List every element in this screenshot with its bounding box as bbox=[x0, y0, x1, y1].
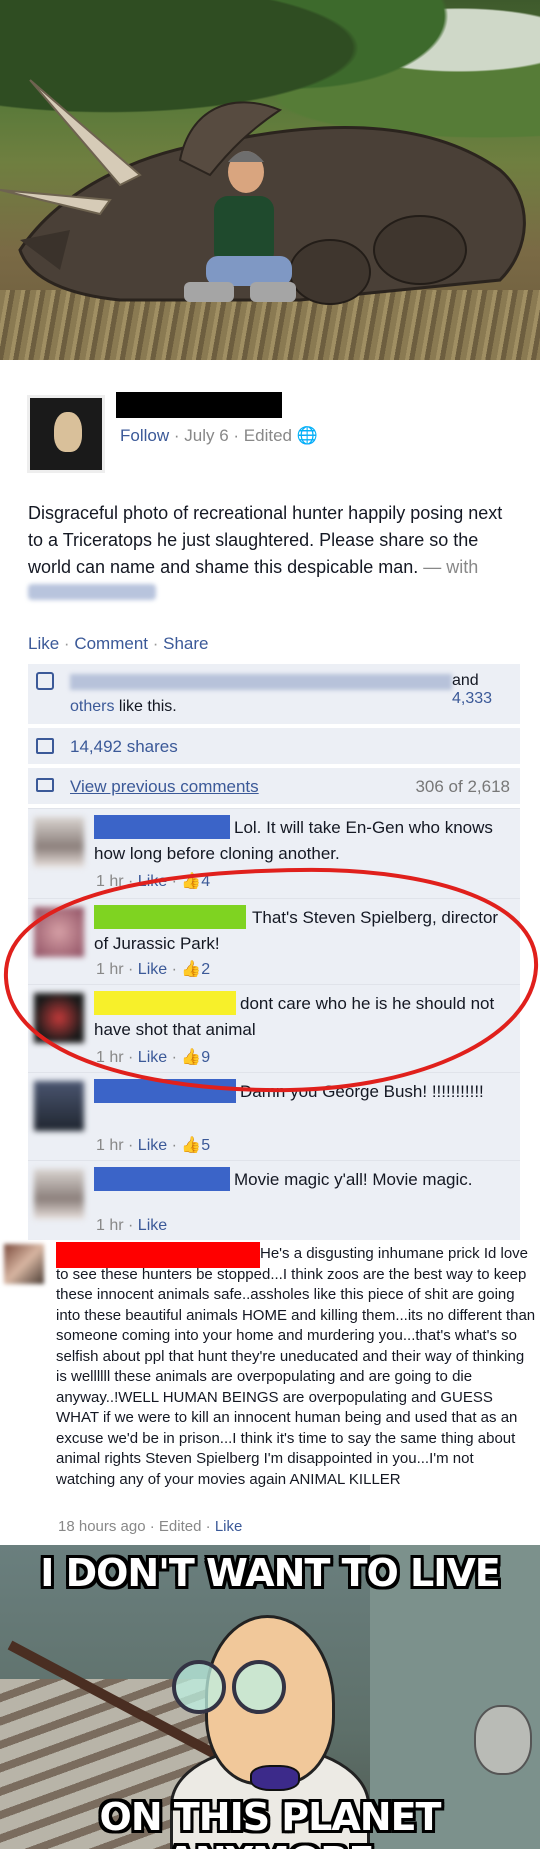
shares-count[interactable]: 14,492 shares bbox=[70, 737, 178, 757]
comment-text: Movie magic y'all! Movie magic. bbox=[234, 1170, 473, 1189]
comment-meta: 1 hr · Like · 👍5 bbox=[96, 1137, 211, 1154]
commenter-avatar[interactable] bbox=[34, 1169, 84, 1219]
blurred-tagged-name bbox=[28, 584, 156, 600]
angry-comment: He's a disgusting inhumane prick Id love… bbox=[0, 1240, 540, 1544]
meme-top-caption: I DON'T WANT TO LIVE bbox=[40, 1551, 501, 1595]
comment-like-count[interactable]: 5 bbox=[201, 1137, 210, 1154]
post-actions: Like · Comment · Share bbox=[28, 634, 209, 653]
view-previous-row: View previous comments 306 of 2,618 bbox=[28, 768, 520, 804]
comment-bubble-icon bbox=[36, 778, 54, 792]
blurred-liker-names bbox=[70, 674, 452, 690]
comment-text: He's a disgusting inhumane prick Id love… bbox=[56, 1245, 536, 1488]
view-previous-comments-link[interactable]: View previous comments bbox=[70, 777, 259, 797]
edited-label[interactable]: Edited bbox=[244, 426, 292, 445]
with-label: — with bbox=[423, 557, 479, 577]
comment-pagination: 306 of 2,618 bbox=[415, 777, 510, 796]
others-link[interactable]: others bbox=[70, 698, 114, 715]
comment-like-button[interactable]: Like bbox=[215, 1518, 243, 1535]
likes-others: others like this. bbox=[70, 698, 177, 715]
likes-and: and 4,333 bbox=[452, 672, 493, 707]
glasses-left bbox=[172, 1660, 226, 1714]
comment-meta: 18 hours ago · Edited · Like bbox=[58, 1518, 243, 1535]
commenter-avatar[interactable] bbox=[4, 1244, 44, 1284]
comment-meta: 1 hr · Like bbox=[96, 1217, 168, 1234]
meme-bottom-caption: ON THIS PLANET ANYMORE bbox=[99, 1795, 442, 1849]
comment-item: Movie magic y'all! Movie magic. 1 hr · L… bbox=[28, 1160, 520, 1240]
triceratops-illustration bbox=[0, 79, 526, 305]
facebook-post: Follow · July 6 · Edited 🌐 Disgraceful p… bbox=[0, 360, 540, 1240]
skull-icon bbox=[474, 1705, 532, 1775]
share-button[interactable]: Share bbox=[163, 634, 208, 653]
comment-like-button[interactable]: Like bbox=[138, 1137, 167, 1154]
share-icon bbox=[36, 738, 54, 754]
triceratops-photo bbox=[0, 0, 540, 360]
post-meta: Follow · July 6 · Edited 🌐 bbox=[120, 426, 318, 445]
comment-button[interactable]: Comment bbox=[74, 634, 148, 653]
post-body: Disgraceful photo of recreational hunter… bbox=[28, 500, 518, 608]
like-button[interactable]: Like bbox=[28, 634, 59, 653]
redacted-poster-name bbox=[116, 392, 282, 418]
thumbs-up-icon: 👍 bbox=[181, 1137, 202, 1154]
glasses-right bbox=[232, 1660, 286, 1714]
poster-avatar[interactable] bbox=[27, 395, 105, 473]
follow-link[interactable]: Follow bbox=[120, 426, 169, 445]
likes-count[interactable]: 4,333 bbox=[452, 690, 492, 707]
thumbs-up-icon bbox=[36, 672, 54, 690]
bow-tie bbox=[250, 1765, 300, 1791]
likes-summary: and 4,333 others like this. bbox=[28, 664, 520, 724]
red-circle-annotation bbox=[3, 867, 539, 1093]
globe-icon: 🌐 bbox=[296, 426, 318, 445]
shares-summary: 14,492 shares bbox=[28, 728, 520, 764]
post-date[interactable]: July 6 bbox=[184, 426, 228, 445]
futurama-meme: I DON'T WANT TO LIVE ON THIS PLANET ANYM… bbox=[0, 1545, 540, 1849]
comment-like-button[interactable]: Like bbox=[138, 1217, 167, 1234]
